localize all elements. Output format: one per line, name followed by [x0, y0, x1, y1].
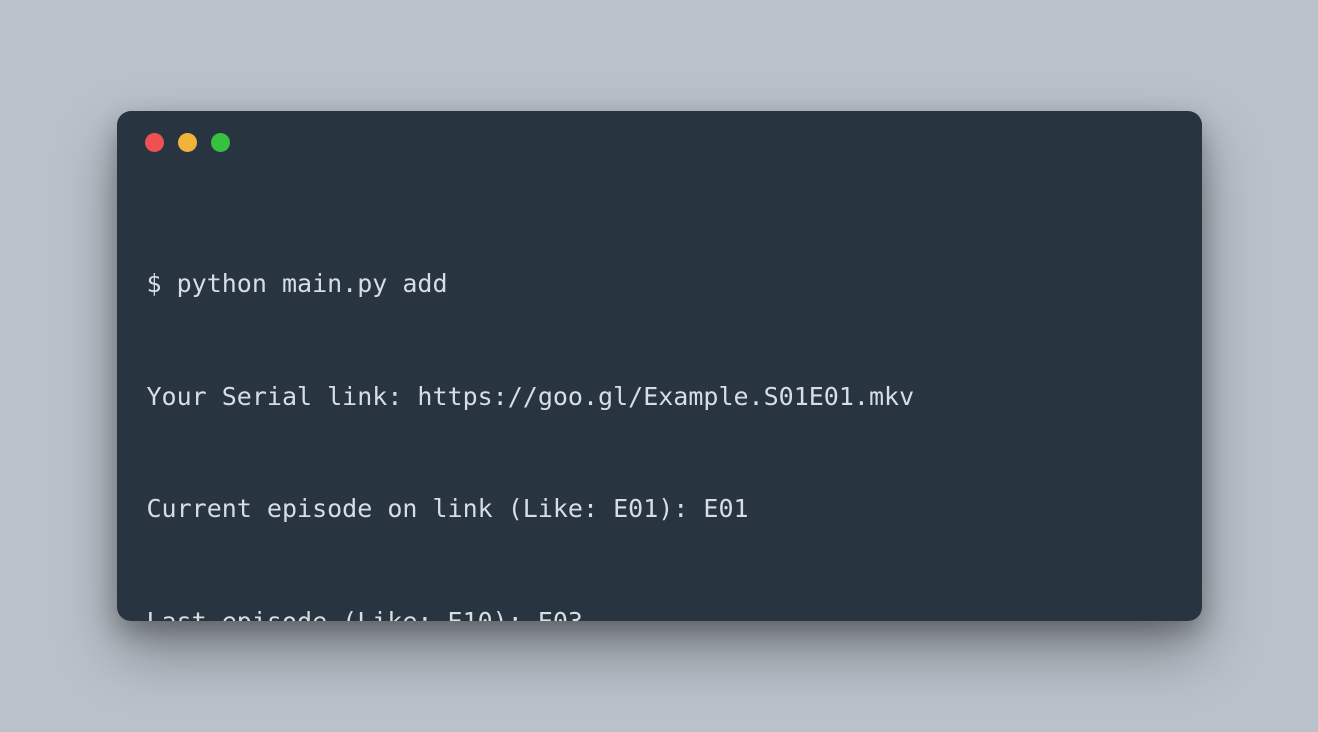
- terminal-output[interactable]: $ python main.py add Your Serial link: h…: [117, 162, 1202, 621]
- terminal-line: $ python main.py add: [147, 265, 1172, 303]
- zoom-icon[interactable]: [211, 133, 230, 152]
- terminal-line: Current episode on link (Like: E01): E01: [147, 490, 1172, 528]
- terminal-line: Your Serial link: https://goo.gl/Example…: [147, 378, 1172, 416]
- minimize-icon[interactable]: [178, 133, 197, 152]
- terminal-window: $ python main.py add Your Serial link: h…: [117, 111, 1202, 621]
- window-titlebar: [117, 111, 1202, 162]
- terminal-line: Last episode (Like: E10): E03: [147, 603, 1172, 622]
- close-icon[interactable]: [145, 133, 164, 152]
